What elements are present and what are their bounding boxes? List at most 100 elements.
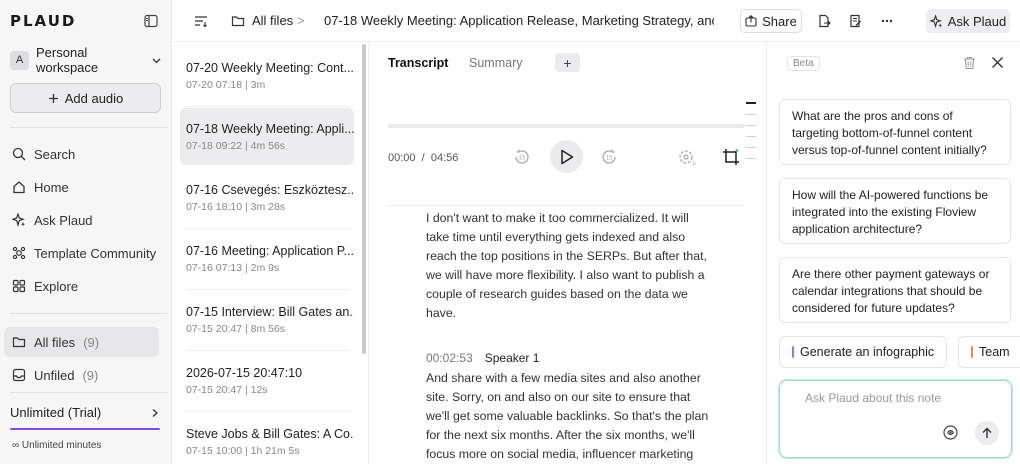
more-icon[interactable]: [880, 14, 894, 28]
pencil-icon: [971, 346, 973, 358]
add-tab-button[interactable]: +: [555, 53, 580, 72]
divider: [10, 392, 167, 393]
nav-label: Ask Plaud: [34, 212, 93, 228]
svg-text:15: 15: [606, 156, 613, 162]
rewind-15-icon[interactable]: 15: [512, 147, 532, 167]
svg-text:1x: 1x: [692, 161, 696, 167]
nav-explore[interactable]: Explore: [10, 272, 160, 300]
ask-plaud-panel: Beta What are the pros and cons of targe…: [766, 42, 1020, 464]
forward-15-icon[interactable]: 15: [599, 147, 619, 167]
home-icon: [12, 180, 26, 194]
search-icon: [12, 147, 26, 161]
plan-label: Unlimited (Trial): [10, 405, 102, 420]
plan-row[interactable]: Unlimited (Trial): [10, 405, 160, 420]
suggested-question[interactable]: How will the AI-powered functions be int…: [779, 178, 1011, 244]
generate-infographic-chip[interactable]: Generate an infographic: [779, 336, 947, 368]
sparkle-icon: [929, 14, 943, 28]
file-item[interactable]: 07-16 Csevegés: Eszköztesz... 07-16 18:1…: [180, 169, 354, 226]
pencil-icon: [792, 346, 794, 358]
folder-unfiled[interactable]: Unfiled (9): [10, 361, 160, 389]
ask-plaud-button[interactable]: Ask Plaud: [926, 9, 1010, 33]
tab-transcript[interactable]: Transcript: [388, 56, 448, 70]
send-button[interactable]: [975, 421, 999, 445]
play-icon: [560, 149, 574, 165]
transcript-paragraph: And share with a few media sites and als…: [426, 371, 709, 461]
divider: [186, 228, 350, 229]
plaud-logo: PLAUD: [10, 12, 77, 30]
nav-search[interactable]: Search: [10, 140, 160, 168]
file-item[interactable]: 2026-07-15 20:47:10 07-15 20:47 | 12s: [180, 352, 354, 409]
file-item[interactable]: Steve Jobs & Bill Gates: A Co... 07-15 1…: [180, 413, 354, 464]
speaker-label[interactable]: Speaker 1: [485, 351, 540, 365]
nav-ask-plaud[interactable]: Ask Plaud: [10, 206, 160, 234]
transcript-panel: Transcript Summary + 00:00 / 04:56 15 15…: [370, 42, 766, 464]
segment-header: 00:02:53 Speaker 1: [426, 351, 539, 365]
inbox-icon: [12, 368, 26, 382]
chevron-down-icon: [151, 55, 162, 66]
folder-icon: [231, 14, 245, 28]
playback-time: 00:00 / 04:56: [388, 152, 459, 164]
share-button[interactable]: Share: [740, 9, 802, 33]
sidebar: PLAUD A Personal workspace Add audio Sea…: [0, 0, 172, 464]
plan-progress-bar: [10, 428, 160, 430]
divider: [186, 106, 350, 107]
infinity-icon: ∞: [12, 440, 20, 451]
add-audio-button[interactable]: Add audio: [10, 83, 161, 113]
voice-input-icon[interactable]: [942, 424, 959, 441]
nav-label: Search: [34, 146, 76, 162]
tab-summary[interactable]: Summary: [469, 56, 522, 70]
file-list: 07-20 Weekly Meeting: Cont... 07-20 07:1…: [173, 42, 369, 464]
sparkle-icon: [12, 213, 26, 227]
team-chip[interactable]: Team: [958, 336, 1020, 368]
workspace-selector[interactable]: A Personal workspace: [10, 45, 162, 75]
suggested-question[interactable]: Are there other payment gateways or cale…: [779, 257, 1011, 323]
play-button[interactable]: [550, 140, 583, 173]
transcript-paragraph: I don't want to make it too commercializ…: [426, 211, 707, 320]
file-item[interactable]: 07-16 Meeting: Application P... 07-16 07…: [180, 230, 354, 287]
divider: [10, 313, 167, 314]
divider: [388, 205, 744, 206]
ask-input-placeholder: Ask Plaud about this note: [805, 391, 942, 405]
crop-ai-icon[interactable]: [721, 147, 741, 167]
share-icon: [745, 15, 757, 27]
minutes-label: ∞ Unlimited minutes: [12, 440, 102, 451]
folder-all-files[interactable]: All files (9): [4, 327, 159, 357]
file-item-selected[interactable]: 07-18 Weekly Meeting: Appli... 07-18 09:…: [180, 108, 354, 165]
breadcrumb-all-files[interactable]: All files: [231, 13, 293, 28]
top-bar: All files > 07-18 Weekly Meeting: Applic…: [173, 0, 1020, 42]
nav-home[interactable]: Home: [10, 173, 160, 201]
segment-timestamp[interactable]: 00:02:53: [426, 351, 473, 365]
template-icon: [12, 246, 26, 260]
edit-document-icon[interactable]: [848, 14, 862, 28]
divider: [186, 289, 350, 290]
folder-label: Unfiled: [34, 367, 75, 383]
ask-plaud-input[interactable]: Ask Plaud about this note: [779, 380, 1012, 458]
file-item[interactable]: 07-15 Interview: Bill Gates an... 07-15 …: [180, 291, 354, 348]
nav-template-community[interactable]: Template Community: [10, 239, 160, 267]
divider: [186, 411, 350, 412]
sort-icon[interactable]: [194, 14, 208, 28]
plus-icon: [48, 93, 59, 104]
grid-icon: [12, 279, 26, 293]
workspace-avatar: A: [10, 50, 29, 70]
suggested-question[interactable]: What are the pros and cons of targeting …: [779, 99, 1011, 165]
divider: [10, 127, 167, 128]
folder-count: (9): [82, 367, 99, 383]
folder-label: All files: [34, 334, 76, 350]
collapse-sidebar-icon[interactable]: [144, 14, 158, 28]
close-icon[interactable]: [991, 56, 1004, 69]
file-item[interactable]: 07-20 Weekly Meeting: Cont... 07-20 07:1…: [180, 47, 354, 104]
trash-icon[interactable]: [963, 56, 976, 70]
playback-speed-icon[interactable]: 1x: [676, 147, 696, 167]
transcript-minimap[interactable]: [746, 102, 758, 169]
svg-text:15: 15: [519, 156, 526, 162]
add-audio-label: Add audio: [64, 90, 124, 106]
file-list-scrollbar[interactable]: [362, 44, 366, 354]
audio-progress-track[interactable]: [388, 124, 744, 128]
nav-label: Explore: [34, 278, 79, 294]
nav-label: Template Community: [34, 245, 157, 261]
export-icon[interactable]: [817, 14, 831, 28]
beta-badge: Beta: [787, 56, 820, 71]
chevron-right-icon: [150, 408, 160, 418]
folder-icon: [12, 335, 26, 349]
